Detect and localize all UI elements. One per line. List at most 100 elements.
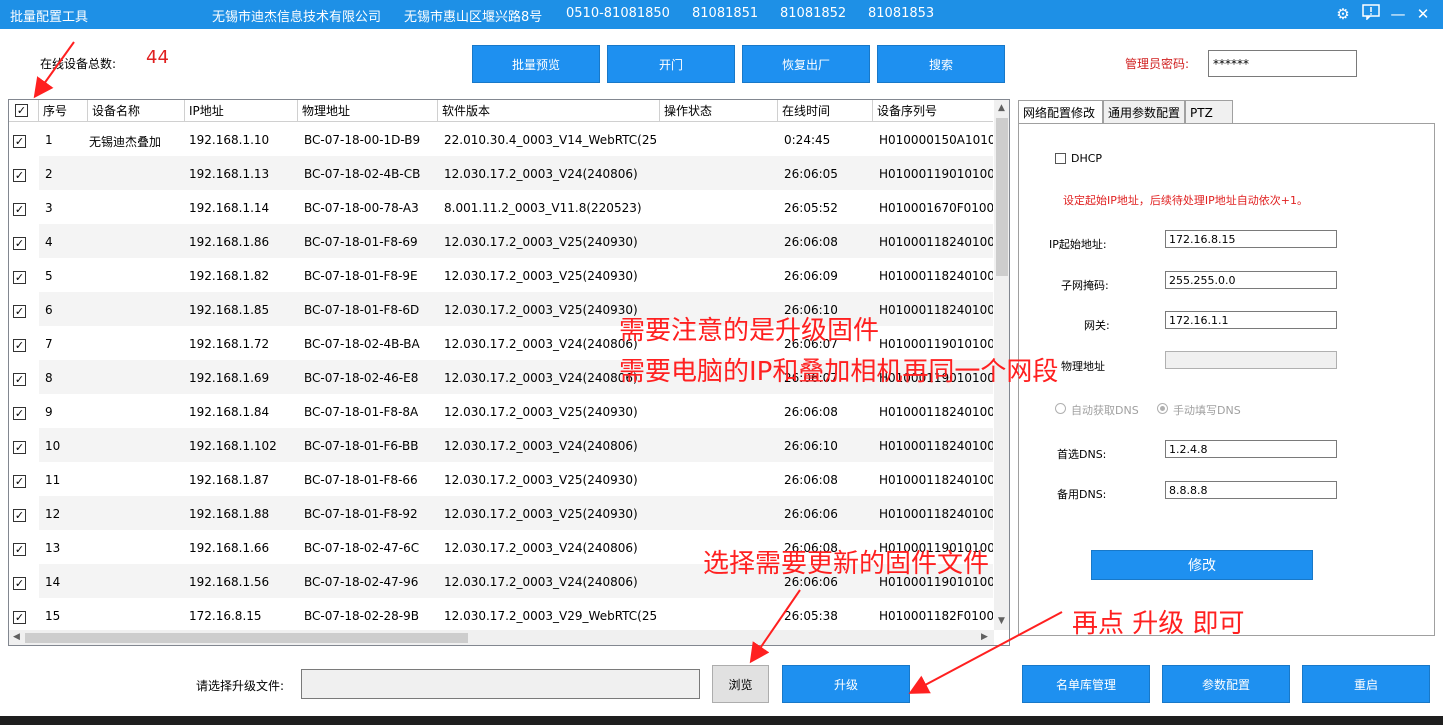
row-checkbox[interactable]: ✓ xyxy=(13,407,26,420)
tab-network-config[interactable]: 网络配置修改 xyxy=(1018,100,1103,125)
param-config-button[interactable]: 参数配置 xyxy=(1162,665,1290,703)
dns-manual-label: 手动填写DNS xyxy=(1173,404,1241,417)
scroll-down-icon[interactable]: ▼ xyxy=(998,616,1005,626)
dhcp-checkbox[interactable] xyxy=(1055,153,1066,164)
row-checkbox[interactable]: ✓ xyxy=(13,475,26,488)
table-row[interactable]: ✓ 4 192.168.1.86 BC-07-18-01-F8-69 12.030.17… xyxy=(9,224,993,258)
phone-2: 81081851 xyxy=(692,6,759,21)
cell-no: 15 xyxy=(45,609,61,623)
cell-no: 12 xyxy=(45,507,61,521)
cell-mac: BC-07-18-02-4B-BA xyxy=(304,337,420,351)
scroll-left-icon[interactable]: ◀ xyxy=(13,632,20,642)
cell-serial: H010001182401000 xyxy=(879,405,993,419)
cell-serial: H010001190101000 xyxy=(879,167,993,181)
modify-button[interactable]: 修改 xyxy=(1091,550,1313,580)
cell-online-time: 26:06:06 xyxy=(784,507,838,521)
tab-ptz[interactable]: PTZ xyxy=(1185,100,1233,124)
col-header-status[interactable]: 操作状态 xyxy=(660,100,778,122)
open-door-button[interactable]: 开门 xyxy=(607,45,735,83)
row-checkbox[interactable]: ✓ xyxy=(13,135,26,148)
list-manage-button[interactable]: 名单库管理 xyxy=(1022,665,1150,703)
cell-ip: 192.168.1.102 xyxy=(189,439,277,453)
col-header-name[interactable]: 设备名称 xyxy=(88,100,185,122)
cell-mac: BC-07-18-02-28-9B xyxy=(304,609,419,623)
cell-mac: BC-07-18-00-78-A3 xyxy=(304,201,419,215)
search-button[interactable]: 搜索 xyxy=(877,45,1005,83)
row-checkbox[interactable]: ✓ xyxy=(13,339,26,352)
table-row[interactable]: ✓ 1 无锡迪杰叠加 192.168.1.10 BC-07-18-00-1D-B9 22.… xyxy=(9,122,993,156)
col-header-version[interactable]: 软件版本 xyxy=(438,100,660,122)
row-checkbox[interactable]: ✓ xyxy=(13,611,26,624)
table-row[interactable]: ✓ 12 192.168.1.88 BC-07-18-01-F8-92 12.030.1… xyxy=(9,496,993,530)
cell-ip: 192.168.1.72 xyxy=(189,337,270,351)
col-header-ip[interactable]: IP地址 xyxy=(185,100,298,122)
scroll-right-icon[interactable]: ▶ xyxy=(981,632,988,642)
cell-ip: 192.168.1.13 xyxy=(189,167,270,181)
table-row[interactable]: ✓ 5 192.168.1.82 BC-07-18-01-F8-9E 12.030.17… xyxy=(9,258,993,292)
dns-auto-radio[interactable] xyxy=(1055,403,1066,414)
browse-button[interactable]: 浏览 xyxy=(712,665,769,703)
annotation-note-4: 再点 升级 即可 xyxy=(1072,609,1245,639)
table-row[interactable]: ✓ 15 172.16.8.15 BC-07-18-02-28-9B 12.030.17… xyxy=(9,598,993,630)
cell-no: 3 xyxy=(45,201,53,215)
upgrade-file-input[interactable] xyxy=(301,669,700,699)
select-all-checkbox[interactable]: ✓ xyxy=(15,104,28,117)
tab-general-params[interactable]: 通用参数配置 xyxy=(1103,100,1185,124)
subnet-label: 子网掩码: xyxy=(1061,279,1109,292)
cell-version: 12.030.17.2_0003_V24(240806) xyxy=(444,541,638,555)
phone-3: 81081852 xyxy=(780,6,847,21)
restart-button[interactable]: 重启 xyxy=(1302,665,1430,703)
factory-reset-button[interactable]: 恢复出厂 xyxy=(742,45,870,83)
annotation-note-1: 需要注意的是升级固件 xyxy=(619,316,880,346)
row-checkbox[interactable]: ✓ xyxy=(13,237,26,250)
table-row[interactable]: ✓ 3 192.168.1.14 BC-07-18-00-78-A3 8.001.11.… xyxy=(9,190,993,224)
gateway-input[interactable] xyxy=(1165,311,1337,329)
table-row[interactable]: ✓ 10 192.168.1.102 BC-07-18-01-F6-BB 12.030.… xyxy=(9,428,993,462)
cell-version: 12.030.17.2_0003_V25(240930) xyxy=(444,507,638,521)
gear-icon[interactable]: ⚙ xyxy=(1332,4,1354,24)
cell-mac: BC-07-18-01-F8-66 xyxy=(304,473,418,487)
scroll-up-icon[interactable]: ▲ xyxy=(998,103,1005,113)
close-icon[interactable]: ✕ xyxy=(1412,4,1434,24)
vertical-scroll-thumb[interactable] xyxy=(996,118,1008,276)
subnet-input[interactable] xyxy=(1165,271,1337,289)
ip-start-input[interactable] xyxy=(1165,230,1337,248)
col-header-serial[interactable]: 设备序列号 xyxy=(873,100,993,122)
cell-no: 10 xyxy=(45,439,61,453)
horizontal-scrollbar[interactable]: ◀ ▶ xyxy=(9,630,994,645)
admin-password-input[interactable] xyxy=(1208,50,1357,77)
dns2-input[interactable] xyxy=(1165,481,1337,499)
dns1-input[interactable] xyxy=(1165,440,1337,458)
row-checkbox[interactable]: ✓ xyxy=(13,509,26,522)
col-header-mac[interactable]: 物理地址 xyxy=(298,100,438,122)
table-row[interactable]: ✓ 11 192.168.1.87 BC-07-18-01-F8-66 12.030.1… xyxy=(9,462,993,496)
row-checkbox[interactable]: ✓ xyxy=(13,577,26,590)
cell-mac: BC-07-18-01-F8-9E xyxy=(304,269,418,283)
batch-preview-button[interactable]: 批量预览 xyxy=(472,45,600,83)
row-checkbox[interactable]: ✓ xyxy=(13,271,26,284)
col-header-online-time[interactable]: 在线时间 xyxy=(778,100,873,122)
col-header-no[interactable]: 序号 xyxy=(39,100,88,122)
row-checkbox[interactable]: ✓ xyxy=(13,441,26,454)
minimize-icon[interactable]: — xyxy=(1387,4,1409,24)
help-icon[interactable] xyxy=(1360,4,1382,24)
table-row[interactable]: ✓ 9 192.168.1.84 BC-07-18-01-F8-8A 12.030.17… xyxy=(9,394,993,428)
cell-no: 8 xyxy=(45,371,53,385)
cell-ip: 192.168.1.14 xyxy=(189,201,270,215)
cell-serial: H010001670F01000 xyxy=(879,201,993,215)
row-checkbox[interactable]: ✓ xyxy=(13,373,26,386)
upgrade-button[interactable]: 升级 xyxy=(782,665,910,703)
row-checkbox[interactable]: ✓ xyxy=(13,543,26,556)
row-checkbox[interactable]: ✓ xyxy=(13,203,26,216)
cell-serial: H010001182401000 xyxy=(879,303,993,317)
cell-serial: H010001182401000 xyxy=(879,507,993,521)
row-checkbox[interactable]: ✓ xyxy=(13,305,26,318)
table-row[interactable]: ✓ 2 192.168.1.13 BC-07-18-02-4B-CB 12.030.17… xyxy=(9,156,993,190)
horizontal-scroll-thumb[interactable] xyxy=(25,633,468,643)
title-bar: 批量配置工具 无锡市迪杰信息技术有限公司 无锡市惠山区堰兴路8号 0510-81… xyxy=(0,0,1443,29)
dns2-label: 备用DNS: xyxy=(1057,488,1107,501)
row-checkbox[interactable]: ✓ xyxy=(13,169,26,182)
dhcp-label: DHCP xyxy=(1071,152,1103,165)
cell-ip: 192.168.1.56 xyxy=(189,575,270,589)
dns-manual-radio[interactable] xyxy=(1157,403,1168,414)
